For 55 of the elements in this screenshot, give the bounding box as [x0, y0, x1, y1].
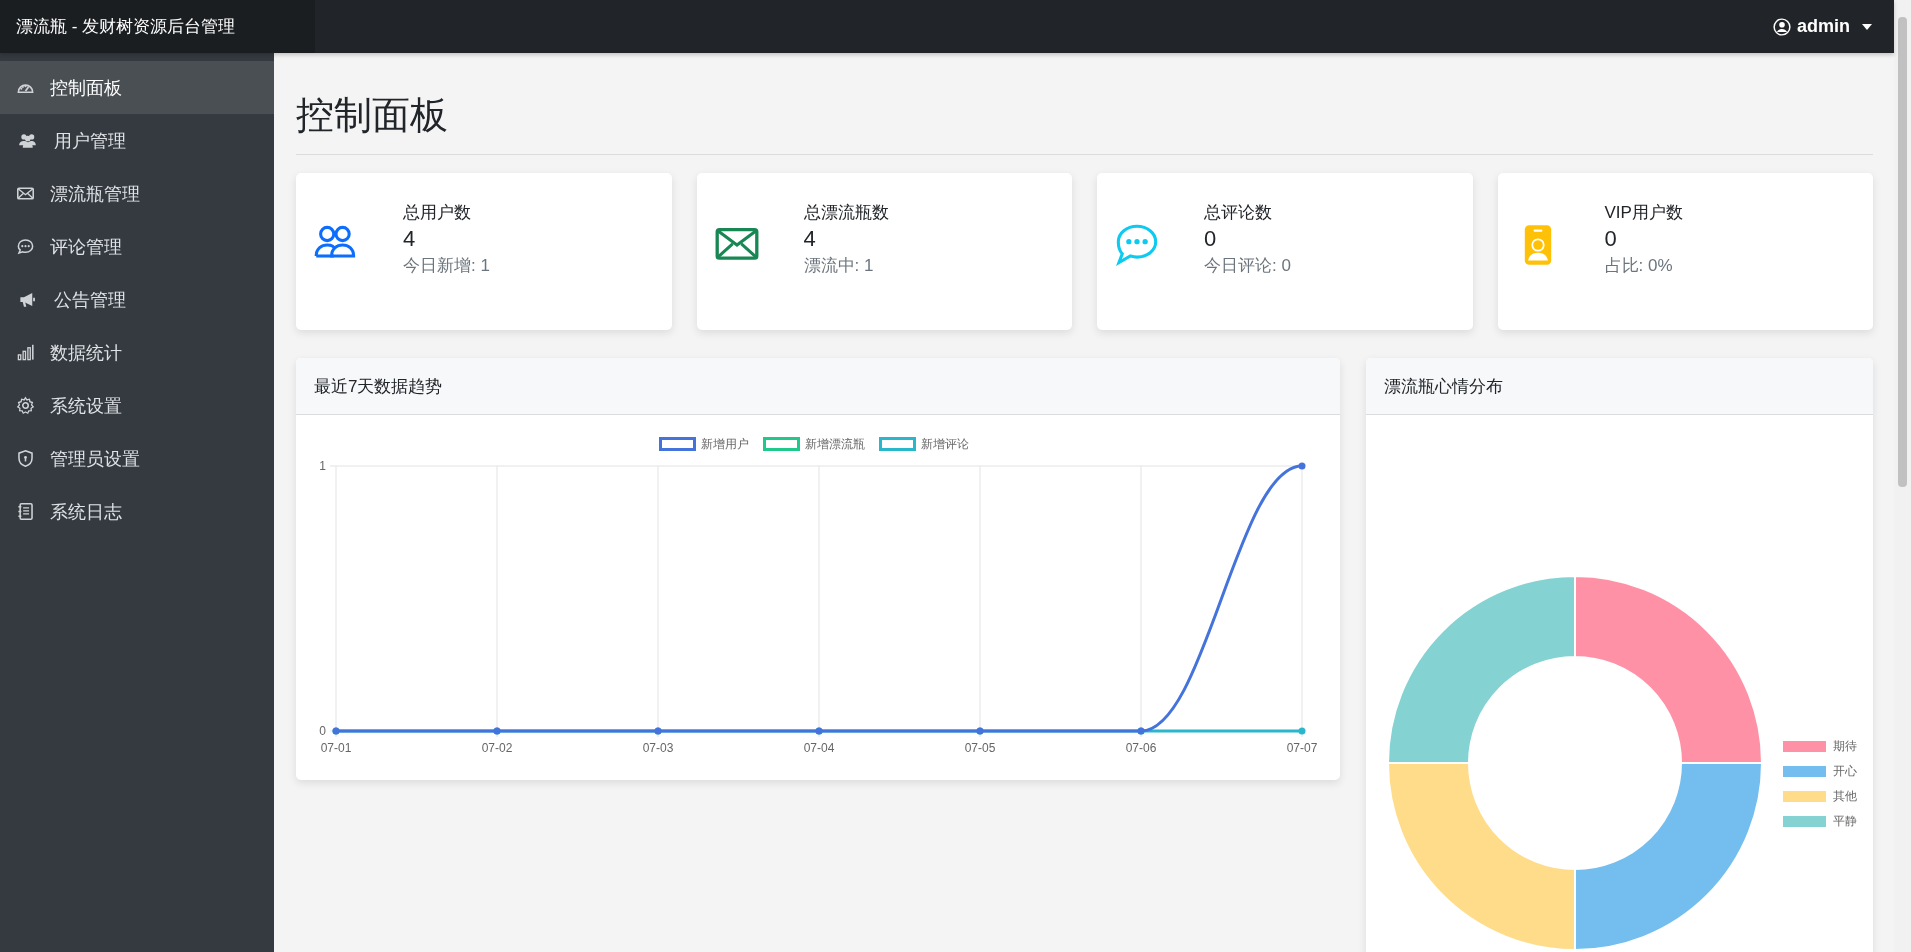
stat-value: 4 — [803, 225, 817, 254]
sidebar-item[interactable]: 用户管理 — [0, 114, 274, 167]
stat-title: 总用户数 — [403, 202, 472, 225]
stat-note: 占比: 0% — [1604, 254, 1674, 277]
legend-item[interactable]: 新增评论 — [879, 437, 969, 452]
x-axis-label: 07-01 — [320, 741, 352, 756]
legend-label: 平静 — [1833, 813, 1857, 831]
app-title[interactable]: 漂流瓶 - 发财树资源后台管理 — [0, 0, 315, 53]
stat-note: 今日新增: 1 — [403, 254, 490, 277]
chat-bubble-icon — [1115, 223, 1159, 268]
chat-bubble-icon — [16, 237, 35, 256]
stat-title: 总评论数 — [1204, 202, 1273, 225]
y-axis-label: 1 — [319, 459, 326, 474]
legend-label: 新增评论 — [921, 437, 969, 452]
x-axis-label: 07-02 — [481, 741, 513, 756]
x-axis-label: 07-05 — [964, 741, 996, 756]
legend-label: 新增用户 — [701, 437, 749, 452]
caret-icon — [1862, 23, 1872, 30]
sidebar-item[interactable]: 系统设置 — [0, 379, 274, 432]
people-icon — [16, 131, 39, 150]
x-axis-label: 07-03 — [642, 741, 674, 756]
stat-title: VIP用户数 — [1604, 202, 1683, 225]
stat-title: 总漂流瓶数 — [803, 202, 889, 225]
bar-chart-icon — [16, 343, 35, 362]
sidebar-item[interactable]: 公告管理 — [0, 273, 274, 326]
page-title: 控制面板 — [296, 91, 1873, 156]
x-axis-label: 07-04 — [803, 741, 835, 756]
x-axis-label: 07-06 — [1125, 741, 1157, 756]
y-axis-label: 0 — [319, 724, 326, 739]
stat-value: 0 — [1604, 225, 1618, 254]
user-menu-button[interactable]: admin — [1773, 12, 1872, 41]
settings-icon — [16, 396, 35, 415]
sidebar-item[interactable]: 漂流瓶管理 — [0, 167, 274, 220]
sidebar-item[interactable]: 控制面板 — [0, 61, 274, 114]
legend-label: 开心 — [1833, 763, 1857, 781]
legend-label: 其他 — [1833, 788, 1857, 806]
stat-note: 今日评论: 0 — [1204, 254, 1291, 277]
legend-label: 新增漂流瓶 — [805, 437, 865, 452]
sidebar-item[interactable]: 管理员设置 — [0, 432, 274, 485]
legend-item[interactable]: 新增用户 — [659, 437, 749, 452]
stat-value: 4 — [403, 225, 417, 254]
x-axis-label: 07-07 — [1286, 741, 1318, 756]
card-header: 漂流瓶心情分布 — [1366, 358, 1873, 416]
legend-label: 期待 — [1833, 738, 1857, 756]
envelope-icon — [16, 184, 35, 203]
user-icon — [1773, 17, 1791, 36]
stat-note: 漂流中: 1 — [803, 254, 875, 277]
sidebar-item[interactable]: 评论管理 — [0, 220, 274, 273]
shield-icon — [16, 449, 35, 468]
stat-value: 0 — [1204, 225, 1218, 254]
sidebar-item[interactable]: 数据统计 — [0, 326, 274, 379]
sidebar-item[interactable]: 系统日志 — [0, 485, 274, 538]
notebook-icon — [16, 502, 35, 521]
legend-item[interactable]: 新增漂流瓶 — [763, 437, 865, 452]
card-header: 最近7天数据趋势 — [296, 358, 1340, 416]
